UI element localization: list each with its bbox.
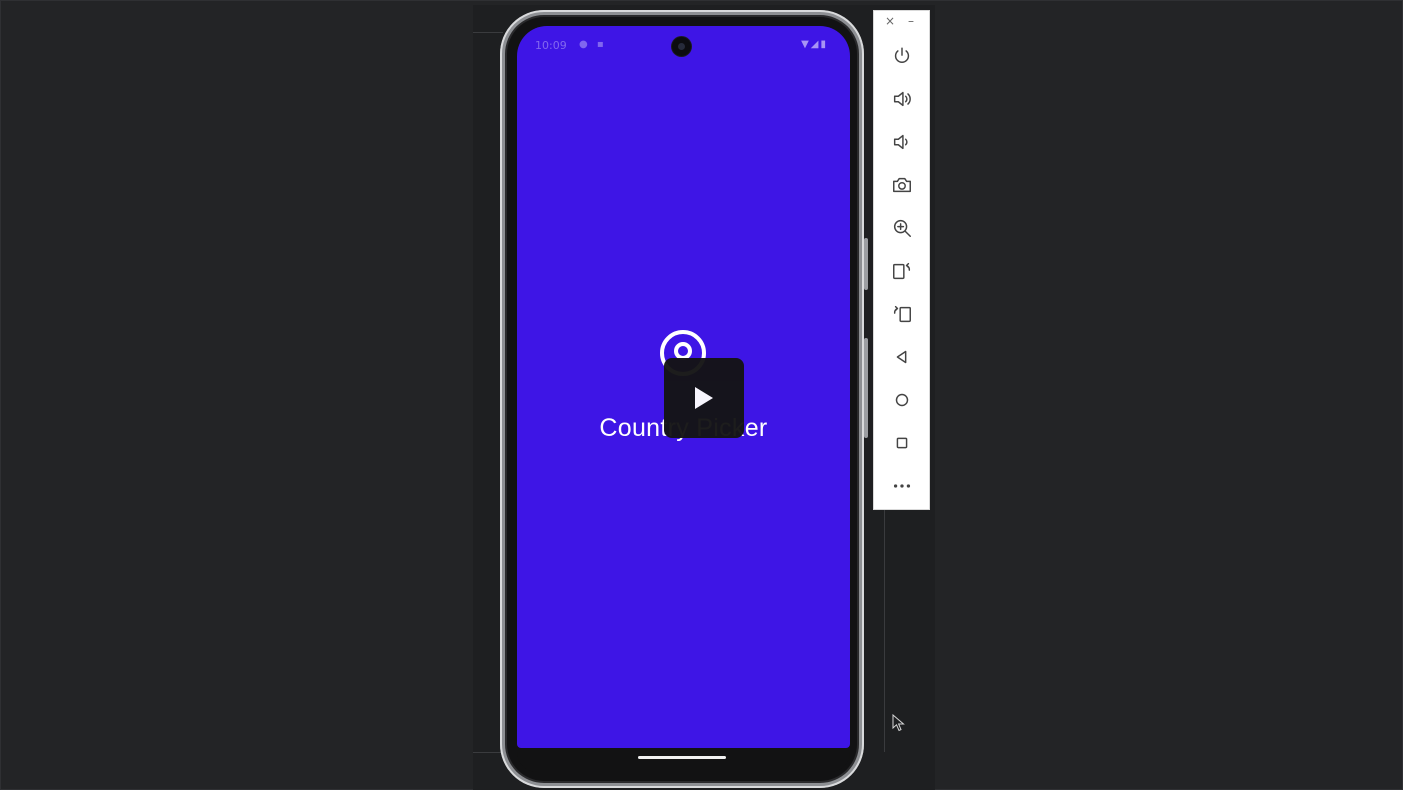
overview-button[interactable] <box>888 429 916 457</box>
divider <box>473 32 503 33</box>
home-button[interactable] <box>888 386 916 414</box>
phone-bottom-bezel <box>517 748 850 772</box>
front-camera <box>672 37 691 56</box>
close-icon[interactable]: × <box>885 15 895 27</box>
status-time: 10:09 <box>535 39 567 52</box>
mouse-cursor-icon <box>892 714 905 732</box>
rotate-right-button[interactable] <box>888 300 916 328</box>
rotate-left-button[interactable] <box>888 257 916 285</box>
system-status-icons: ▼◢▮ <box>801 39 828 50</box>
volume-up-icon <box>893 91 911 107</box>
power-button[interactable] <box>888 42 916 70</box>
notification-icons: ● ▪ <box>579 39 607 50</box>
power-icon <box>894 47 910 63</box>
zoom-icon <box>893 219 911 237</box>
camera-icon <box>893 177 911 193</box>
rotate-right-icon <box>893 305 911 323</box>
back-icon <box>896 350 907 364</box>
play-icon <box>695 387 713 409</box>
overview-icon <box>896 437 908 449</box>
gesture-navigation-bar[interactable] <box>638 756 726 759</box>
divider <box>473 752 503 753</box>
screenshot-button[interactable] <box>888 171 916 199</box>
phone-power-side-button[interactable] <box>864 238 868 290</box>
more-button[interactable] <box>888 472 916 500</box>
volume-down-icon <box>893 134 908 150</box>
divider <box>884 510 885 752</box>
zoom-button[interactable] <box>888 214 916 242</box>
back-button[interactable] <box>888 343 916 371</box>
volume-down-button[interactable] <box>888 128 916 156</box>
home-icon <box>895 393 909 407</box>
video-play-button[interactable] <box>664 358 744 438</box>
phone-volume-side-button[interactable] <box>864 338 868 438</box>
minimize-icon[interactable]: – <box>908 15 914 27</box>
volume-up-button[interactable] <box>888 85 916 113</box>
more-icon <box>893 484 911 488</box>
emulator-toolbar: × – <box>873 10 930 510</box>
rotate-left-icon <box>893 262 911 280</box>
